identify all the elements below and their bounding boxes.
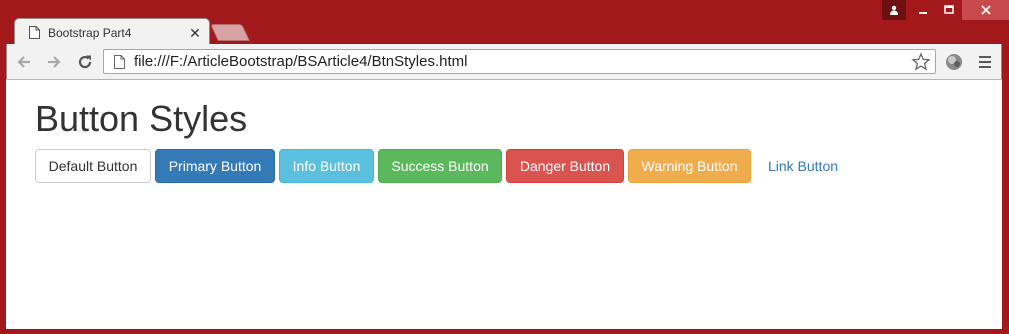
browser-tab[interactable]: Bootstrap Part4 ✕ [14, 18, 210, 46]
warning-button[interactable]: Warning Button [628, 149, 751, 183]
page-heading: Button Styles [35, 98, 248, 139]
tab-close-icon[interactable]: ✕ [185, 26, 205, 40]
link-button[interactable]: Link Button [755, 149, 851, 183]
maximize-icon [944, 5, 954, 14]
user-icon [890, 5, 898, 15]
maximize-button[interactable] [936, 0, 962, 20]
extension-icon[interactable] [943, 51, 965, 73]
new-tab-button[interactable] [210, 24, 250, 41]
reload-button[interactable] [74, 51, 96, 73]
profile-button[interactable] [882, 0, 906, 20]
default-button[interactable]: Default Button [35, 149, 151, 183]
arrow-left-icon [17, 56, 30, 68]
success-button[interactable]: Success Button [378, 149, 502, 183]
forward-button[interactable] [43, 51, 65, 73]
bookmark-star-icon[interactable] [911, 51, 931, 72]
browser-toolbar: file:///F:/ArticleBootstrap/BSArticle4/B… [6, 44, 1002, 79]
info-button[interactable]: Info Button [279, 149, 374, 183]
address-bar[interactable]: file:///F:/ArticleBootstrap/BSArticle4/B… [103, 49, 936, 74]
page-content: Button Styles Default Button Primary But… [6, 79, 1002, 329]
menu-icon[interactable] [975, 52, 995, 72]
danger-button[interactable]: Danger Button [506, 149, 624, 183]
url-text[interactable]: file:///F:/ArticleBootstrap/BSArticle4/B… [134, 53, 911, 70]
close-window-button[interactable] [962, 0, 1009, 20]
minimize-icon [919, 12, 927, 14]
page-icon [114, 54, 125, 69]
document-icon [29, 26, 40, 39]
minimize-button[interactable] [910, 0, 936, 20]
arrow-right-icon [48, 56, 61, 68]
window-controls [882, 0, 1009, 20]
reload-icon [78, 55, 92, 69]
tab-title: Bootstrap Part4 [48, 25, 132, 40]
primary-button[interactable]: Primary Button [155, 149, 275, 183]
back-button[interactable] [13, 51, 35, 73]
close-icon [980, 5, 991, 15]
